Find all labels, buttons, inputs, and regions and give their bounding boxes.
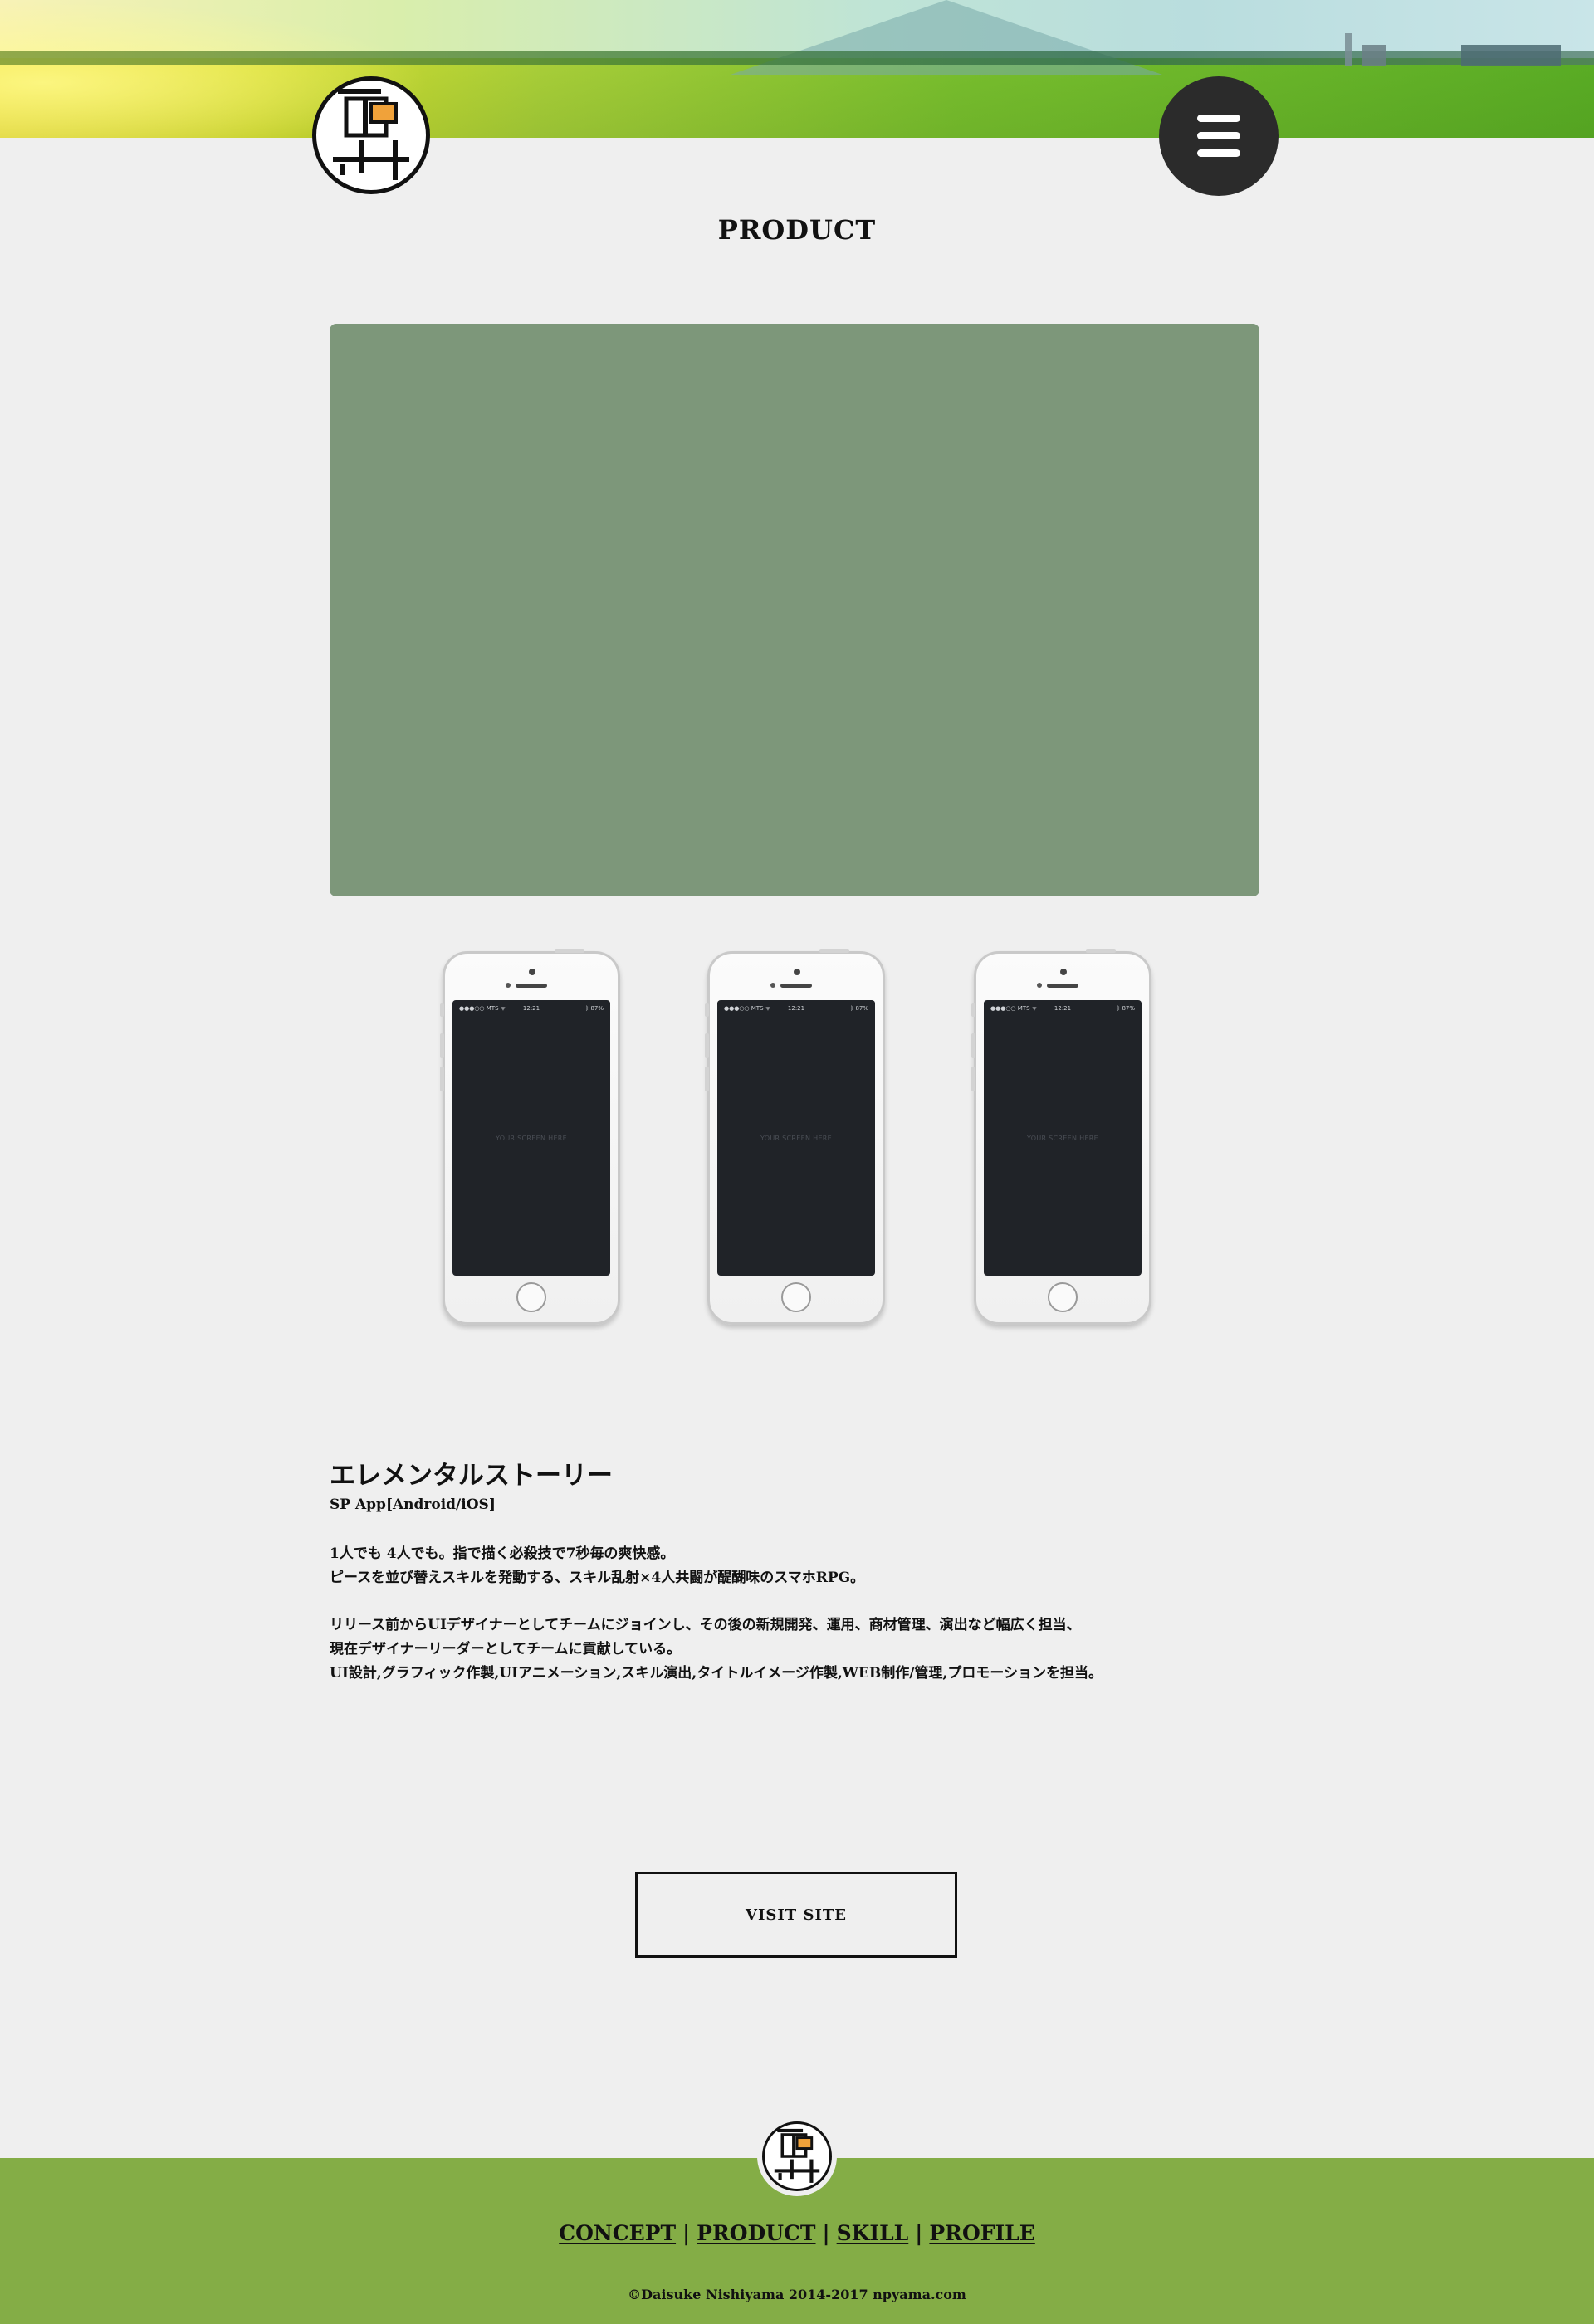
phone-mockup: ●●●○○ MTS ᯤ 12:21 ᛒ 87% YOUR SCREEN HERE (971, 949, 1151, 1325)
phone-volume-up (971, 1033, 975, 1058)
phone-sensor (770, 983, 775, 988)
phone-home-button (781, 1282, 811, 1312)
nav-separator: | (915, 2221, 923, 2245)
phone-power-button (555, 949, 584, 953)
copyright: ©Daisuke Nishiyama 2014-2017 npyama.com (628, 2287, 966, 2302)
hamburger-menu-icon (1197, 115, 1240, 122)
footer-logo-ring (762, 2121, 832, 2191)
page-title: PRODUCT (717, 214, 877, 246)
phone-volume-down (440, 1067, 444, 1091)
description-line: リリース前からUIデザイナーとしてチームにジョインし、その後の新規開発、運用、商… (330, 1617, 1081, 1633)
phone-status-bar: ●●●○○ MTS ᯤ 12:21 ᛒ 87% (717, 1003, 875, 1013)
footer-link-profile[interactable]: PROFILE (929, 2221, 1034, 2245)
status-battery: ᛒ 87% (850, 1005, 868, 1012)
phone-screen: ●●●○○ MTS ᯤ 12:21 ᛒ 87% YOUR SCREEN HERE (984, 1000, 1142, 1276)
phone-screen: ●●●○○ MTS ᯤ 12:21 ᛒ 87% YOUR SCREEN HERE (717, 1000, 875, 1276)
product-role-description: リリース前からUIデザイナーとしてチームにジョインし、その後の新規開発、運用、商… (330, 1614, 1103, 1686)
phone-home-button (1048, 1282, 1078, 1312)
nav-separator: | (822, 2221, 830, 2245)
footer-logo[interactable] (757, 2116, 837, 2196)
status-battery: ᛒ 87% (1117, 1005, 1135, 1012)
product-slideshow[interactable] (330, 324, 1259, 896)
nishiyama-kanji-logo-icon (333, 89, 409, 180)
phone-camera (1060, 969, 1067, 975)
hamburger-menu-icon-bar (1197, 149, 1240, 157)
phone-camera (529, 969, 535, 975)
footer-link-skill[interactable]: SKILL (837, 2221, 909, 2245)
footer-link-product[interactable]: PRODUCT (697, 2221, 815, 2245)
phone-power-button (819, 949, 849, 953)
description-line: ピースを並び替えスキルを発動する、スキル乱射×4人共闘が醍醐味のスマホRPG。 (330, 1570, 865, 1586)
hero-buildings (1328, 25, 1594, 68)
phone-sensor (506, 983, 511, 988)
product-name: エレメンタルストーリー (330, 1461, 613, 1491)
hamburger-menu-button[interactable] (1159, 76, 1279, 196)
description-line: 現在デザイナーリーダーとしてチームに貢献している。 (330, 1641, 682, 1658)
phone-mockup: ●●●○○ MTS ᯤ 12:21 ᛒ 87% YOUR SCREEN HERE (440, 949, 620, 1325)
phone-mute-switch (705, 1003, 709, 1017)
phone-volume-down (971, 1067, 975, 1091)
phone-volume-down (705, 1067, 709, 1091)
phone-volume-up (440, 1033, 444, 1058)
product-platform: SP App[Android/iOS] (330, 1496, 496, 1513)
description-line: UI設計,グラフィック作製,UIアニメーション,スキル演出,タイトルイメージ作製… (330, 1665, 1103, 1682)
product-catch-copy: 1人でも 4人でも。指で描く必殺技で7秒毎の爽快感。 ピースを並び替えスキルを発… (330, 1542, 864, 1590)
phone-speaker (780, 984, 812, 988)
phone-power-button (1086, 949, 1116, 953)
phone-screen: ●●●○○ MTS ᯤ 12:21 ᛒ 87% YOUR SCREEN HERE (452, 1000, 610, 1276)
phone-speaker (516, 984, 547, 988)
description-line: 1人でも 4人でも。指で描く必殺技で7秒毎の爽快感。 (330, 1545, 675, 1562)
phone-mute-switch (971, 1003, 975, 1017)
phone-mute-switch (440, 1003, 444, 1017)
nishiyama-kanji-logo-icon (774, 2128, 820, 2183)
footer-nav: CONCEPT | PRODUCT | SKILL | PROFILE (0, 2221, 1594, 2245)
site-logo[interactable] (312, 76, 430, 194)
phone-status-bar: ●●●○○ MTS ᯤ 12:21 ᛒ 87% (984, 1003, 1142, 1013)
visit-site-button[interactable]: VISIT SITE (635, 1872, 957, 1958)
phone-speaker (1047, 984, 1078, 988)
hamburger-menu-icon-bar (1197, 132, 1240, 139)
nav-separator: | (682, 2221, 691, 2245)
footer-link-concept[interactable]: CONCEPT (559, 2221, 676, 2245)
screen-placeholder-text: YOUR SCREEN HERE (1026, 1135, 1099, 1142)
phone-sensor (1037, 983, 1042, 988)
status-battery: ᛒ 87% (585, 1005, 604, 1012)
header-hero-image (0, 0, 1594, 138)
phone-home-button (516, 1282, 546, 1312)
phone-status-bar: ●●●○○ MTS ᯤ 12:21 ᛒ 87% (452, 1003, 610, 1013)
phone-mockup: ●●●○○ MTS ᯤ 12:21 ᛒ 87% YOUR SCREEN HERE (705, 949, 885, 1325)
phone-camera (794, 969, 800, 975)
phone-volume-up (705, 1033, 709, 1058)
screen-placeholder-text: YOUR SCREEN HERE (495, 1135, 568, 1142)
screen-placeholder-text: YOUR SCREEN HERE (760, 1135, 833, 1142)
